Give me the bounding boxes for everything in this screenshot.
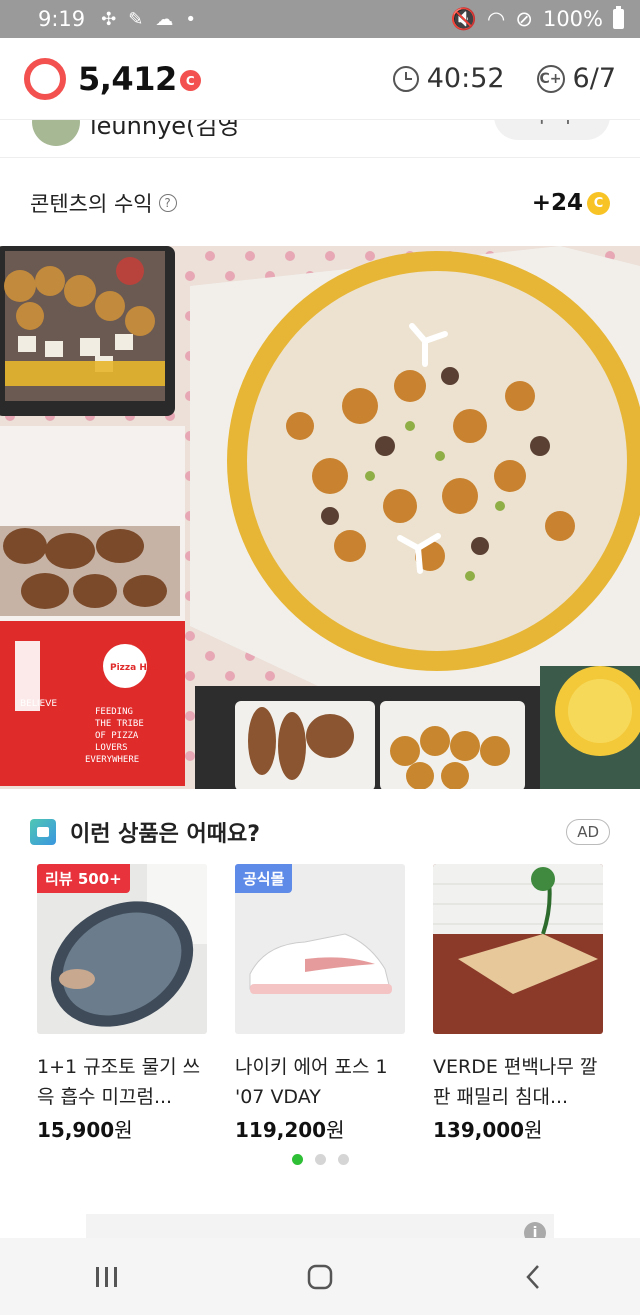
app-header: 5,412 C 40:52 C+ 6/7 <box>0 38 640 120</box>
carousel-pagination <box>0 1154 640 1165</box>
price-value: 139,000 <box>433 1118 525 1142</box>
health-icon: ✣ <box>101 8 117 30</box>
coin-plus-icon: C+ <box>536 64 565 93</box>
recent-apps-button[interactable] <box>67 1247 147 1307</box>
product-image[interactable]: 리뷰 500+ <box>37 864 207 1034</box>
points-ring-icon <box>24 57 66 100</box>
battery-percent: 100% <box>542 7 603 31</box>
price-unit: 원 <box>114 1118 133 1142</box>
recommend-header: 이런 상품은 어때요? AD <box>0 812 640 852</box>
svg-text:THE TRIBE: THE TRIBE <box>95 719 144 729</box>
home-button[interactable] <box>280 1247 360 1307</box>
status-notification-icons: ✣ ✎ ☁ • <box>101 9 196 30</box>
svg-text:LOVERS: LOVERS <box>95 743 128 753</box>
product-name[interactable]: 나이키 에어 포스 1 '07 VDAY <box>235 1052 405 1112</box>
product-price: 139,000원 <box>433 1114 603 1143</box>
pizza-hut-logo: Pizza Hut <box>110 663 158 673</box>
product-tag: 리뷰 500+ <box>37 864 130 893</box>
recommend-title: 이런 상품은 어때요? <box>70 822 261 847</box>
content-revenue-row: 콘텐츠의 수익 ? +24 C <box>0 160 640 246</box>
status-time: 9:19 <box>38 7 86 31</box>
svg-text:FEEDING: FEEDING <box>95 707 133 717</box>
pizza-photo-image: BELIEVE Pizza Hut FEEDING THE TRIBE OF P… <box>0 246 640 789</box>
ad-badge[interactable]: AD <box>566 819 610 845</box>
page-dot[interactable] <box>337 1154 349 1165</box>
page-dot[interactable] <box>314 1154 326 1165</box>
product-image[interactable]: 공식몰 <box>235 864 405 1034</box>
product-price: 15,900원 <box>37 1114 207 1143</box>
battery-icon <box>613 6 624 29</box>
product-name[interactable]: VERDE 편백나무 깔판 패밀리 침대... <box>433 1052 603 1112</box>
progress-counter: C+ 6/7 <box>536 63 616 94</box>
content-photo[interactable]: BELIEVE Pizza Hut FEEDING THE TRIBE OF P… <box>0 246 640 789</box>
mute-icon: 🔇 <box>450 6 478 31</box>
product-tag: 공식몰 <box>235 864 293 893</box>
page-dot[interactable] <box>291 1154 303 1165</box>
revenue-label: 콘텐츠의 수익 <box>30 192 153 216</box>
dnd-icon: ⊘ <box>515 7 533 31</box>
price-value: 15,900 <box>37 1118 115 1142</box>
timer-value: 40:52 <box>426 63 505 94</box>
product-card[interactable]: VERDE 편백나무 깔판 패밀리 침대... 139,000원 <box>433 864 603 1143</box>
product-carousel[interactable]: 리뷰 500+ 1+1 규조토 물기 쓰윽 흡수 미끄럼... 15,900원 … <box>37 864 603 1143</box>
revenue-value: +24 C <box>532 190 610 216</box>
home-icon <box>307 1264 333 1289</box>
product-price: 119,200원 <box>235 1114 405 1143</box>
wooden-bed-image <box>433 864 603 1034</box>
product-name[interactable]: 1+1 규조토 물기 쓰윽 흡수 미끄럼... <box>37 1052 207 1112</box>
svg-text:EVERYWHERE: EVERYWHERE <box>85 755 139 765</box>
timer: 40:52 <box>392 63 505 94</box>
wifi-icon: ◠ <box>487 7 506 31</box>
coin-icon: C <box>587 191 610 215</box>
progress-value: 6/7 <box>572 63 616 94</box>
price-value: 119,200 <box>235 1118 327 1142</box>
system-nav-bar <box>0 1238 640 1315</box>
shopping-bag-icon <box>30 819 56 845</box>
help-icon[interactable]: ? <box>158 194 177 212</box>
product-card[interactable]: 공식몰 나이키 에어 포스 1 '07 VDAY 119,200원 <box>235 864 405 1143</box>
revenue-amount: +24 <box>531 190 583 216</box>
price-unit: 원 <box>326 1118 345 1142</box>
dot-icon: • <box>185 8 196 30</box>
status-bar: 9:19 ✣ ✎ ☁ • 🔇 ◠ ⊘ 100% <box>0 0 640 38</box>
svg-text:OF PIZZA: OF PIZZA <box>95 731 139 741</box>
cloud-icon: ☁ <box>155 8 174 30</box>
pen-icon: ✎ <box>128 8 144 30</box>
svg-text:BELIEVE: BELIEVE <box>20 699 57 709</box>
recent-apps-icon <box>95 1266 117 1287</box>
clock-icon <box>392 65 419 92</box>
price-unit: 원 <box>524 1118 543 1142</box>
points-total: 5,412 <box>78 59 177 98</box>
back-button[interactable] <box>493 1247 573 1307</box>
product-image[interactable] <box>433 864 603 1034</box>
product-card[interactable]: 리뷰 500+ 1+1 규조토 물기 쓰윽 흡수 미끄럼... 15,900원 <box>37 864 207 1143</box>
back-icon <box>526 1264 540 1289</box>
coin-icon: C <box>179 70 201 91</box>
